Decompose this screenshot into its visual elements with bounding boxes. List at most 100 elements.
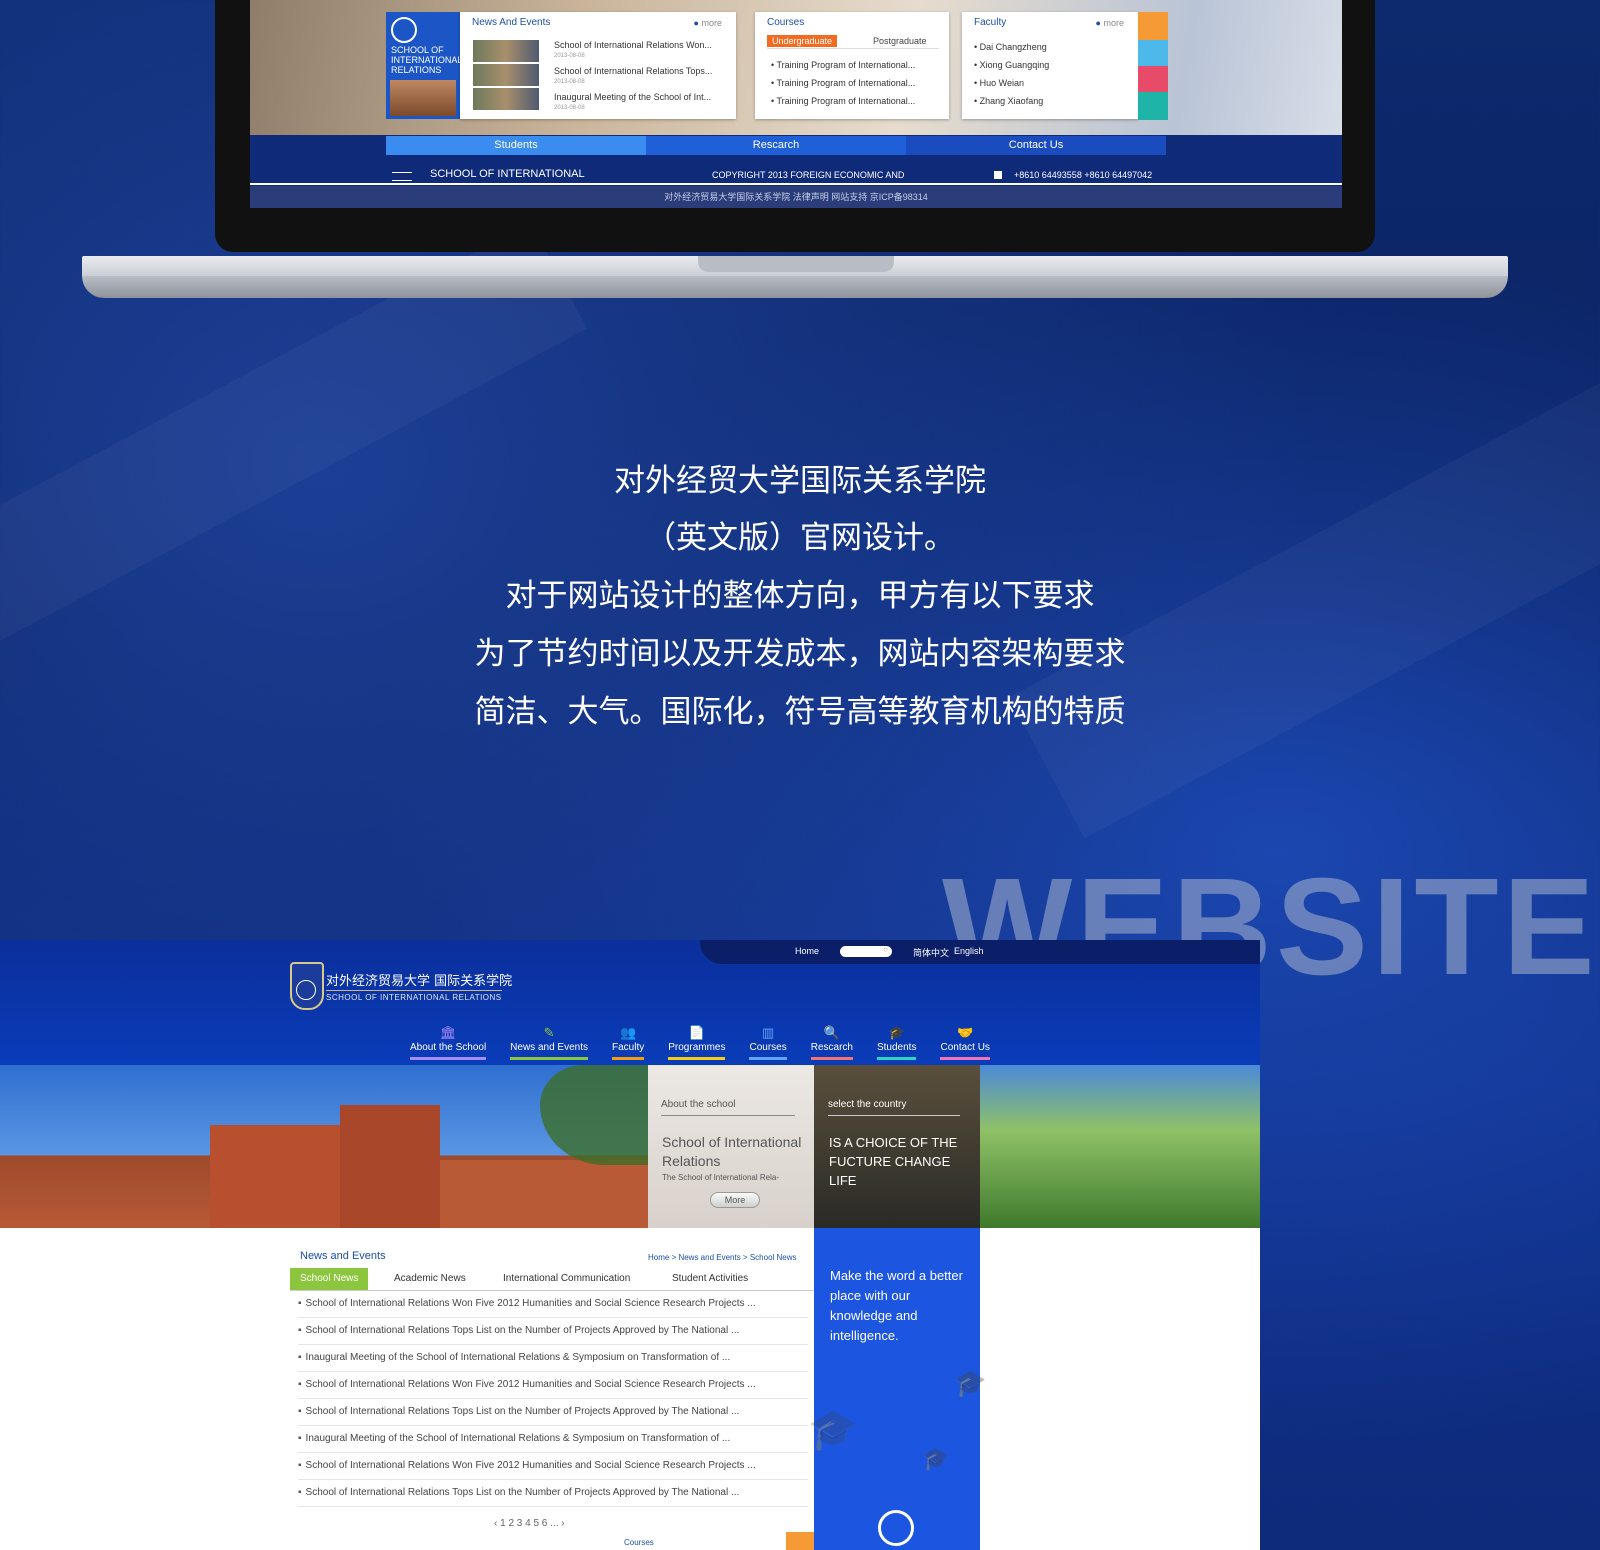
intro-line: 对外经贸大学国际关系学院 (614, 463, 986, 499)
nav-courses[interactable]: ▥ Courses (749, 1024, 787, 1060)
tab-student-activities[interactable]: Student Activities (672, 1268, 748, 1290)
graduation-cap-icon: 🎓 (954, 1368, 987, 1398)
school-badge[interactable]: SCHOOL OF INTERNATIONAL RELATIONS (386, 12, 463, 119)
color-tab-red[interactable] (1138, 66, 1168, 94)
top-utility-bar: Home ○ 简体中文 English (700, 940, 1260, 964)
tab-international-communication[interactable]: International Communication (503, 1268, 630, 1290)
news-item-title[interactable]: School of International Relations Won... (554, 40, 712, 50)
news-item-title[interactable]: School of International Relations Tops..… (554, 66, 712, 76)
intro-line: 简洁、大气。国际化，符号高等教育机构的特质 (474, 694, 1126, 730)
news-card-title: News And Events (472, 17, 551, 28)
plus-icon: ● (693, 18, 699, 28)
building-icon: 🏛 (439, 1025, 457, 1040)
courses-footer-label[interactable]: Courses (624, 1538, 654, 1547)
faculty-item[interactable]: • Huo Weian (974, 78, 1024, 88)
news-thumbnail[interactable] (473, 64, 539, 86)
lang-cn-link[interactable]: 简体中文 (913, 946, 949, 959)
globe-icon (391, 17, 417, 43)
breadcrumb[interactable]: Home > News and Events > School News (648, 1253, 797, 1262)
tab-academic-news[interactable]: Academic News (394, 1268, 466, 1290)
faculty-item[interactable]: • Zhang Xiaofang (974, 96, 1043, 106)
side-panel: Make the word a better place with our kn… (808, 1228, 986, 1550)
country-title: IS A CHOICE OF THE FUCTURE CHANGE LIFE (829, 1135, 958, 1188)
course-item[interactable]: • Training Program of International... (771, 96, 915, 106)
pen-icon: ✎ (543, 1025, 555, 1040)
news-list-item[interactable]: Inaugural Meeting of the School of Inter… (298, 1425, 808, 1453)
tab-postgraduate[interactable]: Postgraduate (873, 36, 927, 46)
footer-copyright: COPYRIGHT 2013 FOREIGN ECONOMIC AND (712, 170, 905, 180)
nav-faculty[interactable]: 👥 Faculty (612, 1024, 645, 1060)
news-item-date: 2013-08-08 (554, 53, 585, 59)
badge-line: RELATIONS (391, 65, 442, 75)
tab-school-news[interactable]: School News (290, 1268, 369, 1290)
laptop-notch (698, 256, 894, 272)
about-more-button[interactable]: More (710, 1192, 760, 1208)
news-thumbnail[interactable] (473, 40, 539, 62)
about-title: School of International Relations (662, 1134, 802, 1169)
banner: About the school School of International… (0, 1065, 1260, 1228)
news-events-card: News And Events ● more School of Interna… (460, 12, 736, 119)
footer-school: SCHOOL OF INTERNATIONAL (430, 168, 585, 180)
tree-image (980, 1065, 1260, 1228)
nav-contact[interactable]: Contact Us (906, 136, 1166, 155)
side-panel-text: Make the word a better place with our kn… (830, 1268, 963, 1343)
search-input[interactable]: ○ (840, 945, 892, 957)
faculty-card-title: Faculty (974, 17, 1007, 28)
color-tab-orange[interactable] (1138, 12, 1168, 40)
news-list-item[interactable]: School of International Relations Won Fi… (298, 1452, 808, 1480)
news-list-item[interactable]: School of International Relations Won Fi… (298, 1290, 808, 1318)
badge-line: INTERNATIONAL (391, 55, 463, 65)
site-header: Home ○ 简体中文 English 对外经济贸易大学 国际关系学院 SCHO… (0, 940, 1260, 1065)
nav-research[interactable]: Rescarch (646, 136, 906, 155)
color-tab-teal[interactable] (1138, 92, 1168, 120)
news-list-item[interactable]: School of International Relations Won Fi… (298, 1371, 808, 1399)
news-list-item[interactable]: School of International Relations Tops L… (298, 1398, 808, 1426)
color-tab-blue[interactable] (1138, 40, 1168, 68)
tab-undergraduate[interactable]: Undergraduate (767, 35, 838, 47)
nav-about[interactable]: 🏛 About the School (410, 1024, 487, 1060)
search-icon[interactable]: ○ (883, 945, 888, 954)
course-item[interactable]: • Training Program of International... (771, 78, 915, 88)
news-item-title[interactable]: Inaugural Meeting of the School of Int..… (554, 92, 711, 102)
about-school-card: About the school School of International… (648, 1065, 814, 1228)
faculty-card: Faculty ● more • Dai Changzheng • Xiong … (962, 12, 1138, 119)
nav-programmes[interactable]: 📄 Programmes (668, 1024, 726, 1060)
news-item-date: 2013-08-08 (554, 105, 585, 111)
about-kicker: About the school (661, 1099, 736, 1110)
globe-icon (878, 1510, 914, 1546)
footer-phones: +8610 64493558 +8610 64497042 (1014, 170, 1153, 180)
books-icon: ▥ (761, 1025, 775, 1040)
footer-bottom-bar: 对外经济贸易大学国际关系学院 法律声明 网站支持 京ICP备98314 (250, 186, 1342, 208)
university-seal-icon (290, 962, 324, 1010)
course-item[interactable]: • Training Program of International... (771, 60, 915, 70)
faculty-item[interactable]: • Dai Changzheng (974, 42, 1047, 52)
nav-research[interactable]: 🔍 Rescarch (810, 1024, 853, 1060)
badge-line: SCHOOL OF (391, 45, 444, 55)
nav-students[interactable]: 🎓 Students (876, 1024, 917, 1060)
document-icon: 📄 (688, 1025, 705, 1040)
faculty-item[interactable]: • Xiong Guangqing (974, 60, 1049, 70)
orange-corner-block (786, 1532, 814, 1550)
nav-contact[interactable]: 🤝 Contact Us (940, 1024, 990, 1060)
pagination[interactable]: ‹ 1 2 3 4 5 6 ... › (494, 1518, 565, 1529)
phone-icon (994, 171, 1002, 179)
logo-chinese-name: 对外经济贸易大学 国际关系学院 (326, 974, 513, 989)
country-card: select the country IS A CHOICE OF THE FU… (814, 1065, 980, 1228)
courses-card-title: Courses (767, 17, 805, 28)
nav-news[interactable]: ✎ News and Events (510, 1024, 588, 1060)
handshake-icon: 🤝 (957, 1025, 974, 1040)
news-item-date: 2013-08-08 (554, 79, 585, 85)
lang-en-link[interactable]: English (954, 946, 984, 956)
faculty-more-link[interactable]: ● more (1096, 18, 1124, 28)
news-more-link[interactable]: ● more (694, 18, 722, 28)
intro-line: 对于网站设计的整体方向，甲方有以下要求 (505, 578, 1095, 614)
news-thumbnail[interactable] (473, 88, 539, 110)
news-tabs: School News Academic News International … (290, 1268, 814, 1291)
topbar-home-link[interactable]: Home (795, 946, 819, 956)
news-list-item[interactable]: Inaugural Meeting of the School of Inter… (298, 1344, 808, 1372)
nav-students[interactable]: Students (386, 136, 646, 155)
about-desc: The School of International Rela- (662, 1173, 779, 1182)
news-list-item[interactable]: School of International Relations Tops L… (298, 1479, 808, 1507)
news-list-item[interactable]: School of International Relations Tops L… (298, 1317, 808, 1345)
laptop-nav-bar: Students Rescarch Contact Us (386, 136, 1166, 155)
